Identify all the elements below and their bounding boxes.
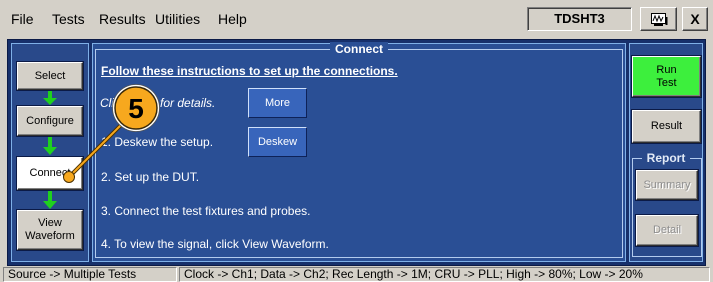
down-arrow-icon — [43, 191, 57, 209]
callout-marker: 5 — [63, 84, 160, 183]
connect-groupbox — [95, 49, 623, 258]
tdsht3-window: File Tests Results Utilities Help TDSHT3… — [0, 0, 713, 282]
run-test-button[interactable]: Run Test — [632, 56, 701, 97]
step-view-waveform-button[interactable]: View Waveform — [17, 210, 83, 250]
down-arrow-icon — [43, 137, 57, 155]
result-button[interactable]: Result — [632, 110, 701, 143]
menu-tests[interactable]: Tests — [52, 10, 85, 28]
more-button[interactable]: More — [248, 88, 307, 118]
deskew-button-label: Deskew — [257, 136, 298, 148]
instructions-heading: Follow these instructions to set up the … — [101, 64, 398, 78]
result-label: Result — [650, 120, 683, 132]
more-button-label: More — [264, 97, 291, 109]
run-test-label: Run Test — [656, 63, 677, 89]
instruction-step-3: 3. Connect the test fixtures and probes. — [101, 204, 311, 218]
callout-target-dot — [63, 171, 75, 183]
callout-pointer-line-fill — [70, 122, 124, 176]
detail-button[interactable]: Detail — [636, 215, 698, 246]
scope-view-icon — [650, 12, 667, 26]
detail-label: Detail — [652, 224, 682, 236]
menu-help[interactable]: Help — [218, 10, 247, 28]
close-icon: X — [690, 11, 700, 27]
status-source: Source -> Multiple Tests — [3, 267, 177, 282]
panel-title-wrap: Connect — [92, 42, 626, 56]
app-title-box: TDSHT3 — [527, 7, 632, 31]
step-view-waveform-label: View Waveform — [25, 217, 75, 242]
close-button[interactable]: X — [682, 7, 708, 31]
panel-title: Connect — [330, 42, 388, 56]
summary-label: Summary — [643, 178, 691, 191]
report-title: Report — [641, 151, 691, 165]
report-title-wrap: Report — [629, 151, 703, 165]
status-settings: Clock -> Ch1; Data -> Ch2; Rec Length ->… — [179, 267, 710, 282]
menu-results[interactable]: Results — [99, 10, 146, 28]
deskew-button[interactable]: Deskew — [248, 127, 307, 157]
callout-number: 5 — [128, 93, 144, 124]
menu-file[interactable]: File — [11, 10, 34, 28]
menu-utilities[interactable]: Utilities — [155, 10, 200, 28]
summary-button[interactable]: Summary — [636, 170, 698, 200]
scope-view-button[interactable] — [640, 7, 677, 31]
down-arrow-icon — [43, 91, 57, 105]
instruction-step-4: 4. To view the signal, click View Wavefo… — [101, 237, 329, 251]
